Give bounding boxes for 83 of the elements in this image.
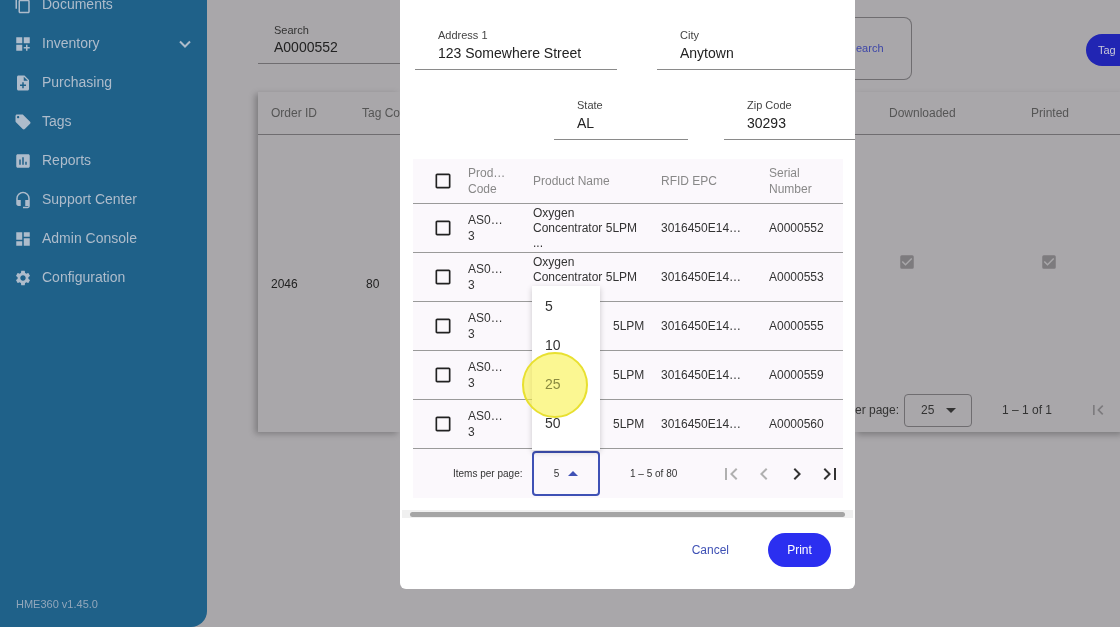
- caret-down-icon: [946, 407, 957, 413]
- sidebar-item[interactable]: Reports: [0, 141, 207, 180]
- field-label: State: [577, 98, 604, 112]
- table-cell: Oxygen Concentrator 5LPM: [533, 255, 638, 285]
- column-header: Downloaded: [889, 105, 957, 122]
- field-value: AL: [577, 114, 596, 133]
- page-range: 1 – 1 of 1: [1002, 402, 1054, 419]
- sidebar-item[interactable]: Support Center: [0, 180, 207, 219]
- copy-icon: [14, 0, 32, 14]
- sidebar-item[interactable]: Configuration: [0, 258, 207, 297]
- sidebar-item[interactable]: Admin Console: [0, 219, 207, 258]
- text-field[interactable]: Address 1 123 Somewhere Street: [415, 28, 617, 70]
- table-cell-text: A0000555: [769, 318, 825, 335]
- sidebar-item[interactable]: Documents: [0, 0, 207, 24]
- field-label: City: [680, 28, 700, 42]
- menu-option[interactable]: 5: [545, 296, 553, 317]
- table-cell-text: AS0… 3: [468, 408, 504, 440]
- checkbox[interactable]: [433, 171, 453, 191]
- sidebar-item[interactable]: Inventory: [0, 24, 207, 63]
- page-size-select[interactable]: 25: [904, 393, 972, 427]
- table-cell-text: 2046: [271, 275, 299, 293]
- field-value: 123 Somewhere Street: [438, 44, 583, 63]
- table-cell: 5LPM: [613, 367, 645, 383]
- version-label: HME360 v1.45.0: [15, 596, 99, 612]
- table-cell-text: 3016450E14…: [661, 269, 743, 286]
- column-header: Product Name: [533, 173, 611, 189]
- checkbox[interactable]: [898, 252, 916, 271]
- menu-option[interactable]: 10: [545, 335, 561, 356]
- table-cell-text: 80: [366, 275, 380, 293]
- table-cell-text: AS0… 3: [468, 359, 504, 391]
- column-header: Prod… Code: [468, 165, 507, 197]
- items-per-page-label: er page:: [855, 402, 901, 419]
- field-value: 30293: [747, 114, 787, 133]
- checkbox[interactable]: [1040, 252, 1058, 271]
- checkbox[interactable]: [433, 316, 453, 336]
- sidebar-item[interactable]: Purchasing: [0, 63, 207, 102]
- table-cell-text: AS0… 3: [468, 310, 504, 342]
- checkbox[interactable]: [433, 414, 453, 434]
- table-cell-text: 3016450E14…: [661, 416, 743, 433]
- field-label: Address 1: [438, 28, 489, 42]
- page-size-select[interactable]: 5: [532, 451, 600, 496]
- cancel-button[interactable]: Cancel: [689, 533, 731, 567]
- table-cell-text: A0000559: [769, 367, 825, 384]
- print-button[interactable]: Print: [768, 533, 831, 567]
- dashboard-icon: [14, 229, 32, 248]
- table-cell: 5LPM: [613, 318, 645, 334]
- text-field[interactable]: City Anytown: [657, 28, 855, 70]
- menu-option[interactable]: 50: [545, 413, 561, 434]
- column-header: Order ID: [271, 105, 318, 122]
- sidebar-item[interactable]: Tags: [0, 102, 207, 141]
- checkbox[interactable]: [433, 365, 453, 385]
- grid-icon: [14, 34, 32, 53]
- table-cell: 5LPM: [613, 416, 645, 432]
- table-cell-text: 3016450E14…: [661, 318, 743, 335]
- caret-up-icon: [568, 471, 579, 476]
- file-plus-icon: [14, 73, 32, 92]
- table-cell-text: AS0… 3: [468, 261, 504, 293]
- table-cell-text: AS0… 3: [468, 212, 504, 244]
- table-cell-text: A0000553: [769, 269, 825, 286]
- table-cell: Oxygen Concentrator 5LPM ...: [533, 206, 638, 251]
- table-cell-text: 3016450E14…: [661, 220, 743, 237]
- field-label: Zip Code: [747, 98, 793, 112]
- checkbox[interactable]: [433, 218, 453, 238]
- column-header: Tag Co: [361, 105, 400, 122]
- tag-icon: [14, 112, 32, 131]
- table-cell-text: 3016450E14…: [661, 367, 743, 384]
- text-field[interactable]: State AL: [554, 98, 688, 140]
- column-header: RFID EPC: [661, 173, 718, 189]
- bar-chart-icon: [14, 151, 32, 170]
- items-per-page-label: Items per page:: [453, 467, 524, 481]
- tags-button[interactable]: Tag: [1086, 34, 1120, 66]
- column-header: Serial Number: [769, 165, 813, 197]
- checkbox[interactable]: [433, 267, 453, 287]
- settings-icon: [14, 268, 32, 287]
- column-header: Printed: [1031, 105, 1070, 122]
- chevron-down-icon[interactable]: [179, 39, 191, 48]
- page-range: 1 – 5 of 80: [630, 467, 679, 481]
- table-cell-text: A0000552: [769, 220, 825, 237]
- field-value: Anytown: [680, 44, 735, 63]
- search-button[interactable]: earch: [855, 17, 912, 80]
- horizontal-scrollbar[interactable]: [402, 510, 853, 518]
- headset-icon: [14, 190, 32, 209]
- table-cell-text: A0000560: [769, 416, 825, 433]
